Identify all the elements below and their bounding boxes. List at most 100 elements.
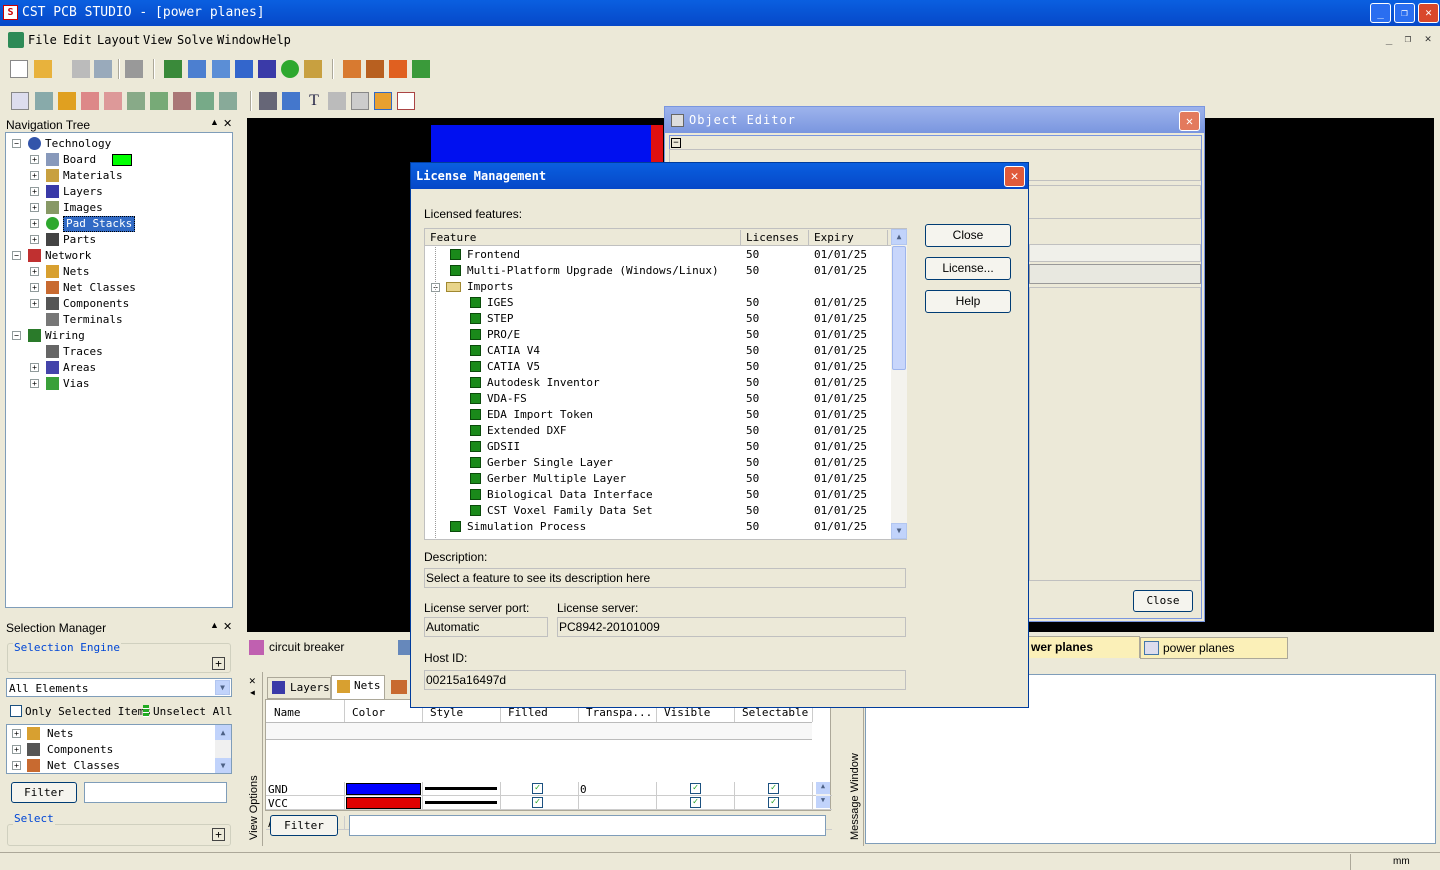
feature-row[interactable]: EDA Import Token 50 01/01/25 xyxy=(425,407,891,423)
add-engine-button[interactable]: + xyxy=(212,657,225,670)
filter-input[interactable] xyxy=(84,782,227,803)
menu-solve[interactable]: Solve xyxy=(177,33,213,47)
menu-edit[interactable]: Edit xyxy=(63,33,92,47)
expand-icon[interactable]: + xyxy=(30,155,39,164)
new-file-icon[interactable] xyxy=(10,60,28,78)
tab-power-planes[interactable]: power planes xyxy=(1140,637,1288,659)
expand-icon[interactable]: + xyxy=(30,219,39,228)
copy-layout-icon[interactable] xyxy=(212,60,230,78)
feature-row[interactable]: Simulation Process 50 01/01/25 xyxy=(425,519,891,535)
pan-icon[interactable] xyxy=(58,92,76,110)
snap-icon[interactable] xyxy=(374,92,392,110)
tree-item-areas[interactable]: Areas xyxy=(63,360,96,376)
probe-icon[interactable] xyxy=(282,92,300,110)
net-checkbox[interactable]: ✓ xyxy=(532,783,543,794)
net-style-line[interactable] xyxy=(425,797,497,808)
scroll-up-icon[interactable]: ▲ xyxy=(891,229,907,245)
nets-filter-button[interactable]: Filter xyxy=(270,815,338,836)
feature-row[interactable]: Biological Data Interface 50 01/01/25 xyxy=(425,487,891,503)
board-color-swatch[interactable] xyxy=(112,154,132,166)
net-checkbox[interactable]: ✓ xyxy=(690,797,701,808)
expand-icon[interactable]: + xyxy=(30,171,39,180)
net-checkbox[interactable]: ✓ xyxy=(768,783,779,794)
menu-view[interactable]: View xyxy=(143,33,172,47)
unselect-all-link[interactable]: Unselect All xyxy=(153,705,232,718)
zoom-icon[interactable] xyxy=(35,92,53,110)
table-row[interactable]: VCC ✓ ✓ ✓ xyxy=(266,796,832,810)
selection-list-scrollbar[interactable]: ▲ ▼ xyxy=(215,725,231,773)
board-view-icon[interactable] xyxy=(235,60,253,78)
collapse-icon[interactable]: − xyxy=(12,251,21,260)
feature-row[interactable]: CST Voxel Family Data Set 50 01/01/25 xyxy=(425,503,891,519)
table-row[interactable]: GND ✓ ✓ ✓ 0 xyxy=(266,782,832,796)
stack-icon[interactable] xyxy=(389,60,407,78)
add-select-button[interactable]: + xyxy=(212,828,225,841)
menu-help[interactable]: Help xyxy=(262,33,291,47)
feature-row[interactable]: GDSII 50 01/01/25 xyxy=(425,439,891,455)
list-item[interactable]: Net Classes xyxy=(47,759,120,772)
net-checkbox[interactable]: ✓ xyxy=(690,783,701,794)
menu-layout[interactable]: Layout xyxy=(97,33,140,47)
tree-item-nets[interactable]: Nets xyxy=(63,264,90,280)
open-folder-icon[interactable] xyxy=(34,60,52,78)
tree-item-net-classes[interactable]: Net Classes xyxy=(63,280,136,296)
tree-item-board[interactable]: Board xyxy=(63,152,96,168)
collapse-icon[interactable]: − xyxy=(12,331,21,340)
net-color-swatch[interactable] xyxy=(346,783,421,795)
expand-icon[interactable]: + xyxy=(30,203,39,212)
filter-row[interactable] xyxy=(266,722,812,740)
tree-item-images[interactable]: Images xyxy=(63,200,103,216)
print-icon[interactable] xyxy=(125,60,143,78)
close-window-button[interactable]: ✕ xyxy=(1418,3,1439,23)
column-header[interactable]: Name xyxy=(274,706,301,719)
expand-icon[interactable]: + xyxy=(30,235,39,244)
align-icon[interactable] xyxy=(127,92,145,110)
nets-scrollbar[interactable]: ▲ ▼ xyxy=(816,782,830,808)
feature-row[interactable]: Frontend 50 01/01/25 xyxy=(425,247,891,263)
features-scrollbar[interactable]: ▲ ▼ xyxy=(891,229,907,539)
distribute-icon[interactable] xyxy=(150,92,168,110)
license-dialog-close-icon[interactable]: ✕ xyxy=(1004,166,1025,187)
close-panel-icon[interactable]: ✕ xyxy=(249,674,256,687)
tree-item-vias[interactable]: Vias xyxy=(63,376,90,392)
nets-filter-input[interactable] xyxy=(349,815,826,836)
feature-row[interactable]: VDA-FS 50 01/01/25 xyxy=(425,391,891,407)
tree-item-parts[interactable]: Parts xyxy=(63,232,96,248)
editor-field[interactable] xyxy=(1029,264,1201,284)
measure-icon[interactable] xyxy=(366,60,384,78)
feature-row[interactable]: Gerber Multiple Layer 50 01/01/25 xyxy=(425,471,891,487)
collapse-icon[interactable]: − xyxy=(671,138,681,148)
minimize-button[interactable]: _ xyxy=(1370,3,1391,23)
net-style-line[interactable] xyxy=(425,783,497,794)
only-selected-checkbox[interactable] xyxy=(10,705,22,717)
feature-row[interactable]: IGES 50 01/01/25 xyxy=(425,295,891,311)
feature-row[interactable]: Multi-Platform Upgrade (Windows/Linux) 50… xyxy=(425,263,891,279)
zoom-window-icon[interactable] xyxy=(104,92,122,110)
license-server-field[interactable]: PC8942-20101009 xyxy=(557,617,906,637)
gnd-plane-shape[interactable] xyxy=(431,125,653,165)
vcc-plane-shape[interactable] xyxy=(651,125,663,165)
pi-solver-icon[interactable] xyxy=(412,60,430,78)
tab-power-planes-active[interactable]: wer planes xyxy=(1028,636,1140,658)
expand-icon[interactable]: + xyxy=(30,187,39,196)
net-color-swatch[interactable] xyxy=(346,797,421,809)
mdi-restore-icon[interactable]: ❐ xyxy=(1400,32,1416,46)
mdi-minimize-icon[interactable]: _ xyxy=(1381,32,1397,46)
select-pointer-icon[interactable] xyxy=(11,92,29,110)
collapse-icon[interactable]: ◀ xyxy=(250,688,255,697)
feature-row[interactable]: STEP 50 01/01/25 xyxy=(425,311,891,327)
list-item[interactable]: Components xyxy=(47,743,113,756)
column-header-expiry[interactable]: Expiry xyxy=(814,231,854,244)
expand-icon[interactable]: + xyxy=(30,299,39,308)
feature-row[interactable]: − Imports xyxy=(425,279,891,295)
filter-button[interactable]: Filter xyxy=(11,782,77,803)
tree-item-layers[interactable]: Layers xyxy=(63,184,103,200)
tree-item-wiring[interactable]: Wiring xyxy=(45,328,85,344)
tree-item-traces[interactable]: Traces xyxy=(63,344,103,360)
editor-field[interactable] xyxy=(1029,244,1201,262)
feature-row[interactable]: CATIA V5 50 01/01/25 xyxy=(425,359,891,375)
expand-icon[interactable]: + xyxy=(30,283,39,292)
feature-row[interactable]: PRO/E 50 01/01/25 xyxy=(425,327,891,343)
arrange-icon[interactable] xyxy=(219,92,237,110)
elements-dropdown[interactable]: All Elements ▼ xyxy=(6,678,232,697)
